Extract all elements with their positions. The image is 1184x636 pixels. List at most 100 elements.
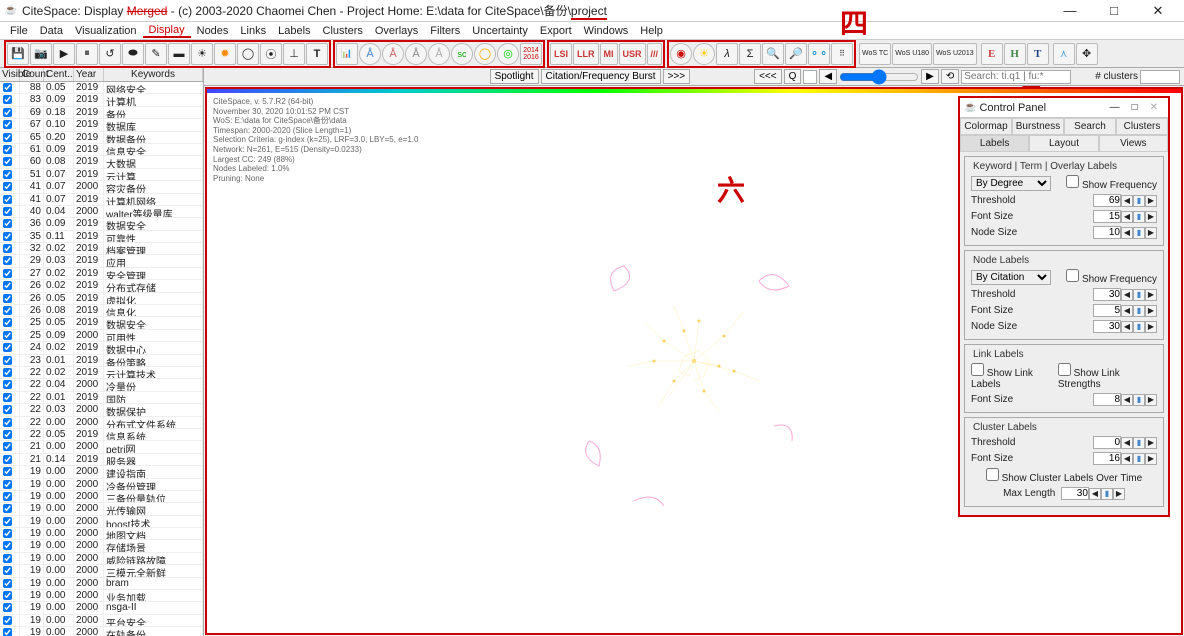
table-row[interactable]: 410.072000容灾备份 [0,181,203,193]
table-row[interactable]: 190.002000三备份量轨位 [0,491,203,503]
table-row[interactable]: 190.002000存储场景 [0,540,203,552]
ellipse-icon[interactable]: ⬬ [122,43,144,65]
minimize-button[interactable]: — [1048,0,1092,22]
table-row[interactable]: 600.082019大数据 [0,156,203,168]
table-row[interactable]: 190.002000在轨备份 [0,627,203,636]
brush-icon[interactable]: ✎ [145,43,167,65]
table-row[interactable]: 250.052019数据安全 [0,317,203,329]
tree-icon[interactable]: ⊥ [283,43,305,65]
connect-icon[interactable]: ⚬⚬ [808,43,830,65]
timeline-icon[interactable]: 20142016 [520,43,542,65]
go-button[interactable]: >>> [663,69,691,84]
table-row[interactable]: 270.022019安全管理 [0,268,203,280]
by-citation-select[interactable]: By Citation [971,270,1051,285]
table-row[interactable]: 220.042000冷量份 [0,379,203,391]
algo-usr-button[interactable]: USR [619,43,646,65]
tab-labels[interactable]: Labels [960,135,1029,152]
sun-icon[interactable]: ☀ [191,43,213,65]
wos-button[interactable]: WoS U180 [892,43,932,65]
menu-clusters[interactable]: Clusters [317,25,369,37]
table-row[interactable]: 830.092019计算机 [0,94,203,106]
table-row[interactable]: 510.072019云计算 [0,169,203,181]
people-icon[interactable]: ⋏ [1053,43,1075,65]
menu-labels[interactable]: Labels [272,25,316,37]
table-row[interactable]: 220.012019国防 [0,392,203,404]
tab-layout[interactable]: Layout [1029,135,1098,152]
menu-links[interactable]: Links [234,25,272,37]
text-icon[interactable]: T [306,43,328,65]
algo-mi-button[interactable]: MI [600,43,618,65]
table-row[interactable]: 190.002000三模元全新鲜 [0,565,203,577]
fontsize-1-input[interactable] [1093,210,1121,223]
sigma-icon[interactable]: Σ [739,43,761,65]
play-icon[interactable]: ▶ [53,43,75,65]
table-row[interactable]: 190.002000bram [0,578,203,590]
menu-help[interactable]: Help [634,25,669,37]
citation-burst-button[interactable]: Citation/Frequency Burst [541,69,661,84]
show-freq-check-2[interactable] [1066,269,1079,282]
back-button[interactable]: <<< [754,69,782,84]
lambda-icon[interactable]: λ [716,43,738,65]
menu-windows[interactable]: Windows [578,25,635,37]
menu-data[interactable]: Data [34,25,69,37]
show-link-strengths-check[interactable] [1058,363,1071,376]
table-row[interactable]: 190.002000建设指南 [0,466,203,478]
menu-display[interactable]: Display [143,24,191,38]
wos-button[interactable]: WoS U2013 [933,43,977,65]
save-icon[interactable]: 💾 [7,43,29,65]
table-row[interactable]: 260.052019虚拟化 [0,293,203,305]
tab-search[interactable]: Search [1064,118,1116,135]
table-row[interactable]: 670.102019数据库 [0,119,203,131]
table-row[interactable]: 650.202019数据备份 [0,132,203,144]
table-row[interactable]: 210.002000petri网 [0,441,203,453]
table-row[interactable]: 400.042000walter等级量库 [0,206,203,218]
menu-file[interactable]: File [4,25,34,37]
algo-lsi-button[interactable]: LSI [550,43,572,65]
menu-uncertainty[interactable]: Uncertainty [466,25,534,37]
table-body[interactable]: 880.052019网络安全830.092019计算机690.182019备份6… [0,82,203,636]
zoom-slider[interactable] [839,72,919,82]
tab-clusters[interactable]: Clusters [1116,118,1168,135]
threshold-4-input[interactable] [1093,436,1121,449]
threshold-2-input[interactable] [1093,288,1121,301]
show-freq-check-1[interactable] [1066,175,1079,188]
nodesize-1-input[interactable] [1093,226,1121,239]
table-row[interactable]: 290.032019应用 [0,255,203,267]
letter-E-button[interactable]: E [981,43,1003,65]
algo-///-button[interactable]: /// [647,43,663,65]
table-row[interactable]: 220.002000分布式文件系统 [0,417,203,429]
threshold-1-input[interactable] [1093,194,1121,207]
by-degree-select[interactable]: By Degree [971,176,1051,191]
spotlight-button[interactable]: Spotlight [490,69,539,84]
zoom-in-icon[interactable]: 🔍 [762,43,784,65]
chart-icon[interactable]: 📊 [336,43,358,65]
reset-button[interactable]: ⟲ [941,69,959,84]
pause-icon[interactable]: ⏸ [76,43,98,65]
tab-colormap[interactable]: Colormap [960,118,1012,135]
cluster-b-icon[interactable]: Å [382,43,404,65]
table-row[interactable]: 410.072019计算机网络 [0,194,203,206]
cluster-d-icon[interactable]: Å [428,43,450,65]
algo-llr-button[interactable]: LLR [573,43,599,65]
nodesize-2-input[interactable] [1093,320,1121,333]
table-row[interactable]: 190.002000地图文档 [0,528,203,540]
sun2-icon[interactable]: ☀ [693,43,715,65]
table-row[interactable]: 190.002000冷备份管理 [0,479,203,491]
cp-close-icon[interactable]: ✕ [1144,102,1164,113]
zoom-out-icon[interactable]: 🔎 [785,43,807,65]
table-row[interactable]: 690.182019备份 [0,107,203,119]
table-row[interactable]: 220.052019信息系统 [0,429,203,441]
table-row[interactable]: 190.002000威险链路故障 [0,553,203,565]
table-row[interactable]: 190.002000boost技术 [0,516,203,528]
sc-icon[interactable]: sc [451,43,473,65]
table-row[interactable]: 260.022019分布式存储 [0,280,203,292]
fontsize-3-input[interactable] [1093,393,1121,406]
tab-burstness[interactable]: Burstness [1012,118,1064,135]
show-cluster-over-time-check[interactable] [986,468,999,481]
letter-H-button[interactable]: H [1004,43,1026,65]
maxlen-input[interactable] [1061,487,1089,500]
wos-button[interactable]: WoS TC [859,43,891,65]
menu-nodes[interactable]: Nodes [191,25,235,37]
search-input[interactable] [961,70,1071,84]
menu-overlays[interactable]: Overlays [369,25,424,37]
